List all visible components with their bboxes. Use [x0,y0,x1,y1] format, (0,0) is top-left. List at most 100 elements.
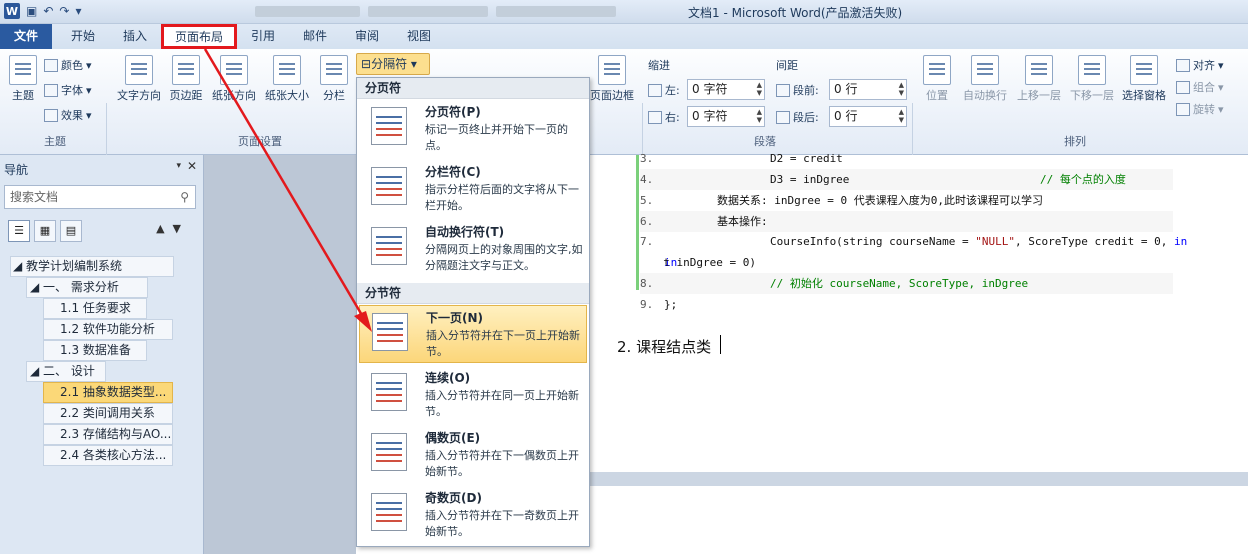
columns-button[interactable]: 分栏 [318,55,350,103]
close-icon[interactable]: ✕ [187,159,197,173]
heading-item[interactable]: ◢ 一、 需求分析 [26,277,148,298]
redo-icon[interactable]: ↷ [59,4,69,18]
position-button[interactable]: 位置 [920,55,954,103]
tab-references[interactable]: 引用 [240,24,286,49]
spinner-arrows-icon[interactable]: ▲ ▼ [899,81,904,97]
heading-item[interactable]: 2.4 各类核心方法... [43,445,173,466]
heading-item[interactable]: 2.3 存储结构与AO... [43,424,173,445]
background-window-title [496,6,616,17]
code-line: int inDgree = 0) [663,256,756,269]
ribbon: 主题 颜色 ▾ 字体 ▾ 效果 ▾ 主题 文字方向 页边距 纸张方向 纸张大小 … [0,49,1248,199]
pages-view-icon[interactable]: ▦ [34,220,56,242]
menu-item-continuous[interactable]: 连续(O) 插入分节符并在同一页上开始新节。 [359,366,587,424]
document-heading[interactable]: 2. 课程结点类 [617,336,711,357]
heading-item[interactable]: 2.2 类间调用关系 [43,403,173,424]
rotate-icon [1176,102,1190,116]
page-borders-button[interactable]: 页面边框 [586,55,638,103]
tab-insert[interactable]: 插入 [112,24,158,49]
code-block-bar [636,155,639,290]
tab-review[interactable]: 审阅 [344,24,390,49]
nav-view-tabs: ☰ ▦ ▤ [8,220,82,242]
navigation-title: 导航 [4,163,29,177]
theme-fonts-button[interactable]: 字体 ▾ [44,82,92,98]
menu-item-odd-page[interactable]: 奇数页(D) 插入分节符并在下一奇数页上开始新节。 [359,486,587,544]
document-next-page[interactable] [590,486,1248,554]
rotate-button[interactable]: 旋转 ▾ [1176,101,1224,117]
position-icon [923,55,951,85]
heading-item[interactable]: ◢ 二、 设计 [26,361,106,382]
background-window-title [368,6,488,17]
group-label-arrange: 排列 [1064,135,1086,148]
indent-left-label: 左: [648,82,680,98]
title-bar: W ▣ ↶ ↷ ▾ 文档1 - Microsoft Word(产品激活失败) [0,0,1248,24]
results-view-icon[interactable]: ▤ [60,220,82,242]
heading-item-selected[interactable]: 2.1 抽象数据类型... [43,382,173,403]
menu-section-section-breaks: 分节符 [357,283,589,304]
menu-item-page-break[interactable]: 分页符(P) 标记一页终止并开始下一页的点。 [359,100,587,158]
customize-qat-icon[interactable]: ▾ [75,4,81,18]
send-backward-button[interactable]: 下移一层 [1066,55,1118,103]
tab-home[interactable]: 开始 [60,24,106,49]
menu-item-next-page[interactable]: 下一页(N) 插入分节符并在下一页上开始新节。 [359,305,587,363]
tab-mailings[interactable]: 邮件 [292,24,338,49]
indent-right-input[interactable]: 0 字符 ▲ ▼ [687,106,765,127]
page-borders-icon [598,55,626,85]
previous-arrow-icon[interactable]: ▲ [156,222,172,235]
word-app-icon[interactable]: W [4,3,20,19]
indent-right-label: 右: [648,109,680,125]
orientation-icon [220,55,248,85]
document-background [204,155,356,554]
tab-view[interactable]: 视图 [396,24,442,49]
indent-right-icon [648,110,662,124]
group-icon [1176,80,1190,94]
spacing-header: 间距 [776,59,798,72]
spinner-arrows-icon[interactable]: ▲ ▼ [757,81,762,97]
heading-item[interactable]: ◢ 教学计划编制系统 [10,256,174,277]
theme-colors-button[interactable]: 颜色 ▾ [44,57,92,73]
heading-item[interactable]: 1.3 数据准备 [43,340,147,361]
theme-effects-button[interactable]: 效果 ▾ [44,107,92,123]
save-icon[interactable]: ▣ [26,4,37,18]
wrap-text-button[interactable]: 自动换行 [958,55,1012,103]
selection-pane-button[interactable]: 选择窗格 [1118,55,1170,103]
menu-item-even-page[interactable]: 偶数页(E) 插入分节符并在下一偶数页上开始新节。 [359,426,587,484]
search-icon[interactable]: ⚲ [180,186,189,208]
spacing-after-label: 段后: [776,109,819,125]
spacing-after-input[interactable]: 0 行 ▲ ▼ [829,106,907,127]
wrap-text-icon [971,55,999,85]
spinner-arrows-icon[interactable]: ▲ ▼ [899,108,904,124]
search-input[interactable]: 搜索文档 ⚲ [4,185,196,209]
text-direction-button[interactable]: 文字方向 [114,55,164,103]
align-button[interactable]: 对齐 ▾ [1176,57,1224,73]
menu-item-text-wrapping[interactable]: 自动换行符(T) 分隔网页上的对象周围的文字,如分隔题注文字与正文。 [359,220,587,278]
margins-icon [172,55,200,85]
bring-forward-button[interactable]: 上移一层 [1013,55,1065,103]
tab-file[interactable]: 文件 [0,24,52,49]
group-label-paragraph: 段落 [754,135,776,148]
heading-item[interactable]: 1.2 软件功能分析 [43,319,173,340]
undo-icon[interactable]: ↶ [43,4,53,18]
text-cursor [720,335,721,354]
breaks-button[interactable]: ⊟分隔符 ▾ [356,53,430,75]
navigation-pane: 导航 ▾ ✕ 搜索文档 ⚲ ☰ ▦ ▤ ▲▼ ◢ 教学计划编制系统 ◢ 一、 需求… [0,155,204,554]
themes-label: 主题 [12,89,34,102]
themes-icon [9,55,37,85]
spinner-arrows-icon[interactable]: ▲ ▼ [757,108,762,124]
headings-view-icon[interactable]: ☰ [8,220,30,242]
margins-button[interactable]: 页边距 [166,55,206,103]
indent-left-input[interactable]: 0 字符 ▲ ▼ [687,79,765,100]
spacing-before-icon [776,83,790,97]
menu-item-column-break[interactable]: 分栏符(C) 指示分栏符后面的文字将从下一栏开始。 [359,160,587,218]
breaks-dropdown-menu: 分页符 分页符(P) 标记一页终止并开始下一页的点。 分栏符(C) 指示分栏符后面的… [356,77,590,547]
spacing-before-input[interactable]: 0 行 ▲ ▼ [829,79,907,100]
code-line: 6. 基本操作: [640,211,1173,232]
annotation-highlight-box [161,24,237,49]
heading-item[interactable]: 1.1 任务要求 [43,298,147,319]
group-objects-button[interactable]: 组合 ▾ [1176,79,1224,95]
themes-button[interactable]: 主题 [6,55,40,103]
quick-access-toolbar: W ▣ ↶ ↷ ▾ [4,3,82,19]
pane-options-icon[interactable]: ▾ [176,161,181,171]
next-arrow-icon[interactable]: ▼ [173,222,189,235]
orientation-button[interactable]: 纸张方向 [209,55,259,103]
size-button[interactable]: 纸张大小 [262,55,312,103]
